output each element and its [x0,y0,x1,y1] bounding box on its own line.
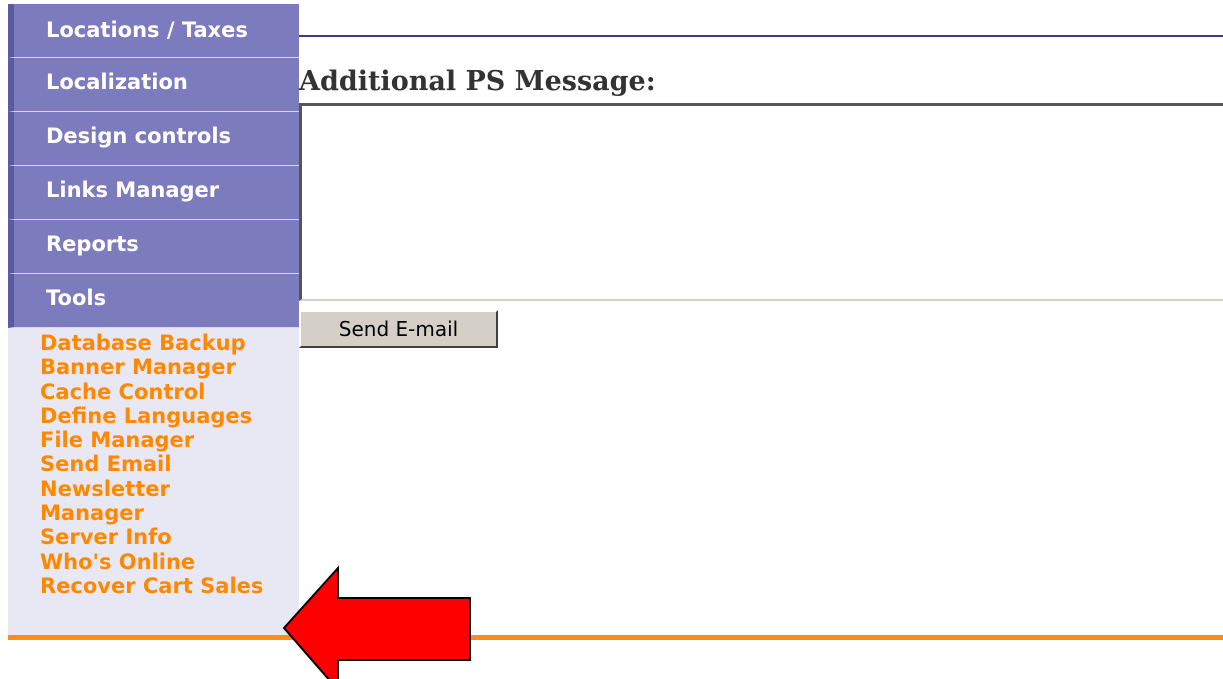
link-send-email[interactable]: Send Email [40,452,299,476]
link-banner-manager[interactable]: Banner Manager [40,355,299,379]
page: Locations / Taxes Localization Design co… [0,0,1223,679]
menu-locations-taxes[interactable]: Locations / Taxes [8,4,299,58]
ps-message-textarea[interactable] [299,103,1223,301]
link-server-info[interactable]: Server Info [40,525,299,549]
send-email-button[interactable]: Send E-mail [299,310,498,348]
menu-localization[interactable]: Localization [8,58,299,112]
menu-design-controls[interactable]: Design controls [8,112,299,166]
link-define-languages[interactable]: Define Languages [40,404,299,428]
top-divider [299,35,1223,37]
link-file-manager[interactable]: File Manager [40,428,299,452]
bottom-divider [8,635,1223,640]
admin-sidebar: Locations / Taxes Localization Design co… [8,4,299,635]
link-newsletter-manager[interactable]: Newsletter [40,477,299,501]
link-database-backup[interactable]: Database Backup [40,331,299,355]
link-newsletter-manager-cont[interactable]: Manager [40,501,299,525]
red-arrow-left-icon [282,565,471,679]
menu-tools[interactable]: Tools [8,274,299,328]
link-whos-online[interactable]: Who's Online [40,550,299,574]
ps-message-label: Additional PS Message: [299,66,656,97]
menu-links-manager[interactable]: Links Manager [8,166,299,220]
menu-reports[interactable]: Reports [8,220,299,274]
link-cache-control[interactable]: Cache Control [40,380,299,404]
link-recover-cart-sales[interactable]: Recover Cart Sales [40,574,299,598]
tools-submenu: Database Backup Banner Manager Cache Con… [8,328,299,598]
